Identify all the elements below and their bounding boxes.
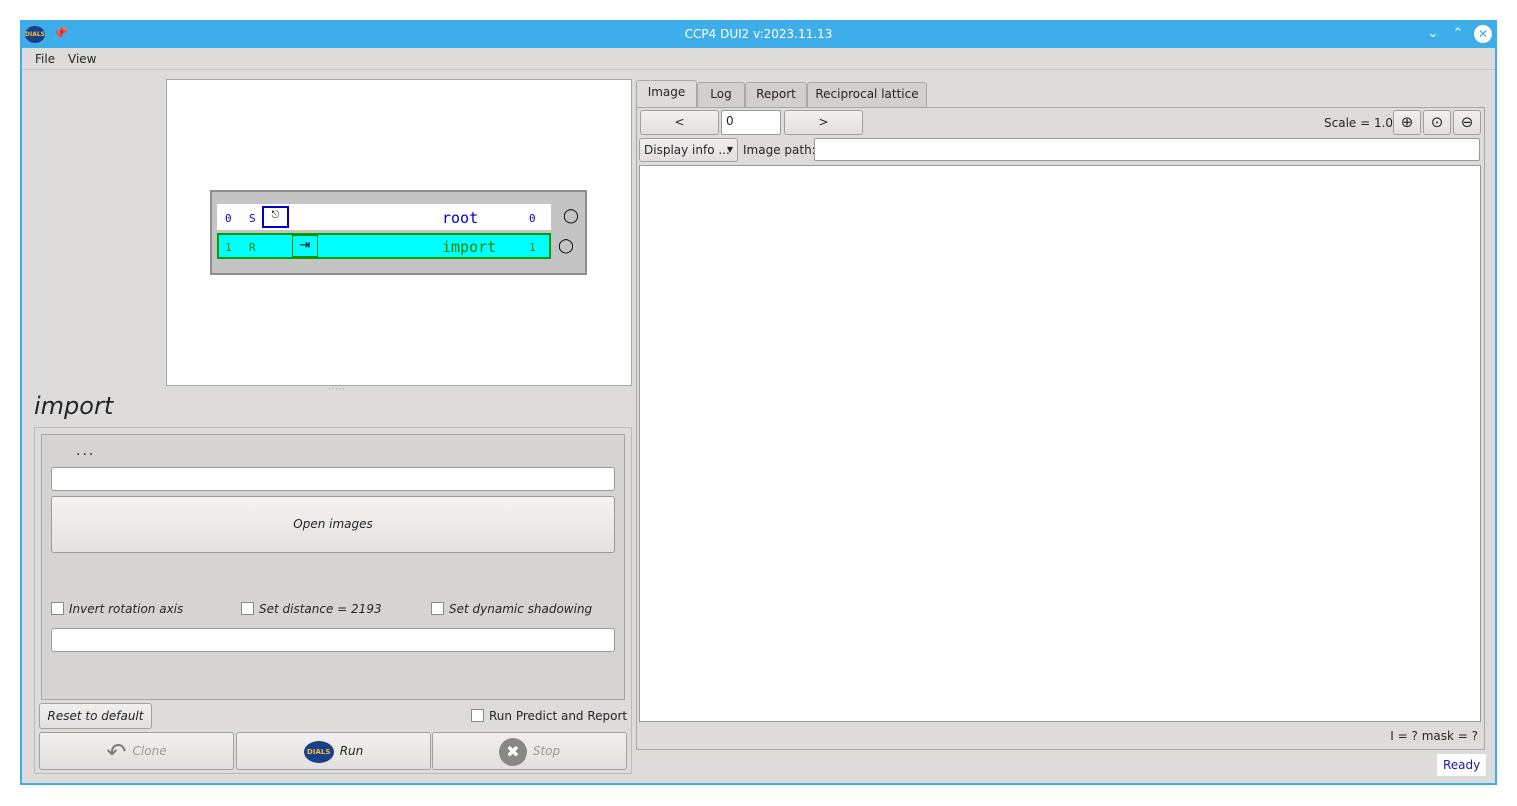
set-distance-checkbox[interactable]: Set distance = 2193 (241, 602, 382, 618)
dynamic-shadowing-label: Set dynamic shadowing (449, 602, 593, 616)
display-info-dropdown[interactable]: Display info ... ▼ (639, 138, 738, 162)
step-parameters-panel: ... Open images Invert rotation axis Set… (34, 427, 632, 774)
tab-reciprocal-lattice[interactable]: Reciprocal lattice (807, 82, 927, 107)
tree-container: 0 S ⎋ root 0 ◯ 1 R ⇥ import 1 ◯ (210, 190, 587, 275)
image-path-input[interactable] (814, 138, 1480, 161)
clone-label: Clone (132, 744, 167, 758)
previous-image-button[interactable]: < (640, 110, 719, 135)
extra-params-input[interactable] (51, 628, 615, 652)
stop-button[interactable]: ✖ Stop (432, 732, 627, 770)
checkbox-icon[interactable] (471, 709, 484, 722)
checkbox-icon[interactable] (241, 602, 254, 615)
stop-x-icon: ✖ (498, 737, 527, 766)
maximize-icon[interactable]: ⌃ (1449, 25, 1467, 43)
clone-arrow-icon: ↶ (106, 737, 127, 766)
run-button[interactable]: DIALS Run (236, 732, 431, 770)
menu-view[interactable]: View (68, 52, 96, 66)
title-bar[interactable]: DIALS 📌 CCP4 DUI2 v:2023.11.13 ⌄ ⌃ ✕ (22, 22, 1495, 48)
zoom-in-icon[interactable]: ⊕ (1393, 110, 1421, 135)
tab-log[interactable]: Log (697, 82, 745, 107)
node-status: R (249, 241, 256, 254)
dynamic-shadowing-checkbox[interactable]: Set dynamic shadowing (431, 602, 592, 618)
zoom-reset-icon[interactable]: ⊙ (1423, 110, 1451, 135)
checkbox-icon[interactable] (431, 602, 444, 615)
reset-to-default-button[interactable]: Reset to default (39, 703, 152, 729)
pixel-info-readout: I = ? mask = ? (1390, 729, 1478, 743)
node-label: import (442, 238, 497, 256)
invert-rotation-checkbox[interactable]: Invert rotation axis (51, 602, 183, 618)
close-icon[interactable]: ✕ (1474, 25, 1492, 43)
dials-run-icon: DIALS (303, 740, 334, 763)
scale-label: Scale = 1.00 (1324, 116, 1401, 130)
stop-label: Stop (532, 744, 561, 758)
invert-rotation-label: Invert rotation axis (69, 602, 184, 616)
run-predict-checkbox[interactable]: Run Predict and Report (471, 709, 627, 723)
tab-image[interactable]: Image (636, 80, 697, 108)
tab-report[interactable]: Report (745, 82, 807, 107)
next-image-button[interactable]: > (784, 110, 863, 135)
image-template-input[interactable] (51, 467, 615, 491)
clone-button[interactable]: ↶ Clone (39, 732, 234, 770)
node-number: 0 (225, 212, 232, 225)
image-viewer[interactable] (639, 165, 1481, 722)
status-label: Ready (1437, 754, 1487, 776)
more-options-label: ... (76, 443, 96, 459)
image-tab-pane: < 0 > Scale = 1.00 ⊕ ⊙ ⊖ Display info ..… (636, 107, 1485, 750)
history-tree-view[interactable]: 0 S ⎋ root 0 ◯ 1 R ⇥ import 1 ◯ (166, 79, 632, 386)
hide-eye-icon[interactable]: ◯ (555, 238, 577, 254)
hide-eye-icon[interactable]: ◯ (560, 208, 582, 224)
node-count: 1 (529, 241, 536, 254)
image-path-label: Image path: (743, 143, 816, 157)
display-info-value: Display info ... (644, 143, 730, 157)
set-distance-label: Set distance = 2193 (259, 602, 382, 616)
step-title: import (34, 392, 114, 420)
node-count: 0 (529, 212, 536, 225)
chevron-down-icon: ▼ (726, 145, 733, 154)
minimize-icon[interactable]: ⌄ (1424, 25, 1442, 43)
open-images-button[interactable]: Open images (51, 496, 615, 553)
root-node-icon[interactable]: ⎋ (262, 206, 289, 228)
run-predict-label: Run Predict and Report (489, 709, 628, 723)
splitter-handle[interactable]: ····· (328, 385, 346, 394)
zoom-out-icon[interactable]: ⊖ (1453, 110, 1481, 135)
image-number-input[interactable]: 0 (721, 110, 781, 135)
window-title: CCP4 DUI2 v:2023.11.13 (684, 27, 833, 41)
node-number: 1 (225, 241, 232, 254)
import-parameters: ... Open images Invert rotation axis Set… (41, 434, 625, 700)
tree-node-root[interactable]: 0 S ⎋ root 0 ◯ (217, 204, 579, 230)
node-status: S (249, 212, 256, 225)
tree-node-import[interactable]: 1 R ⇥ import 1 (217, 233, 551, 259)
checkbox-icon[interactable] (51, 602, 64, 615)
import-node-icon[interactable]: ⇥ (292, 235, 318, 257)
run-label: Run (339, 744, 364, 758)
main-window: DIALS 📌 CCP4 DUI2 v:2023.11.13 ⌄ ⌃ ✕ Fil… (20, 20, 1497, 785)
menu-file[interactable]: File (35, 52, 55, 66)
menu-bar: File View (22, 48, 1495, 70)
node-label: root (442, 209, 479, 227)
